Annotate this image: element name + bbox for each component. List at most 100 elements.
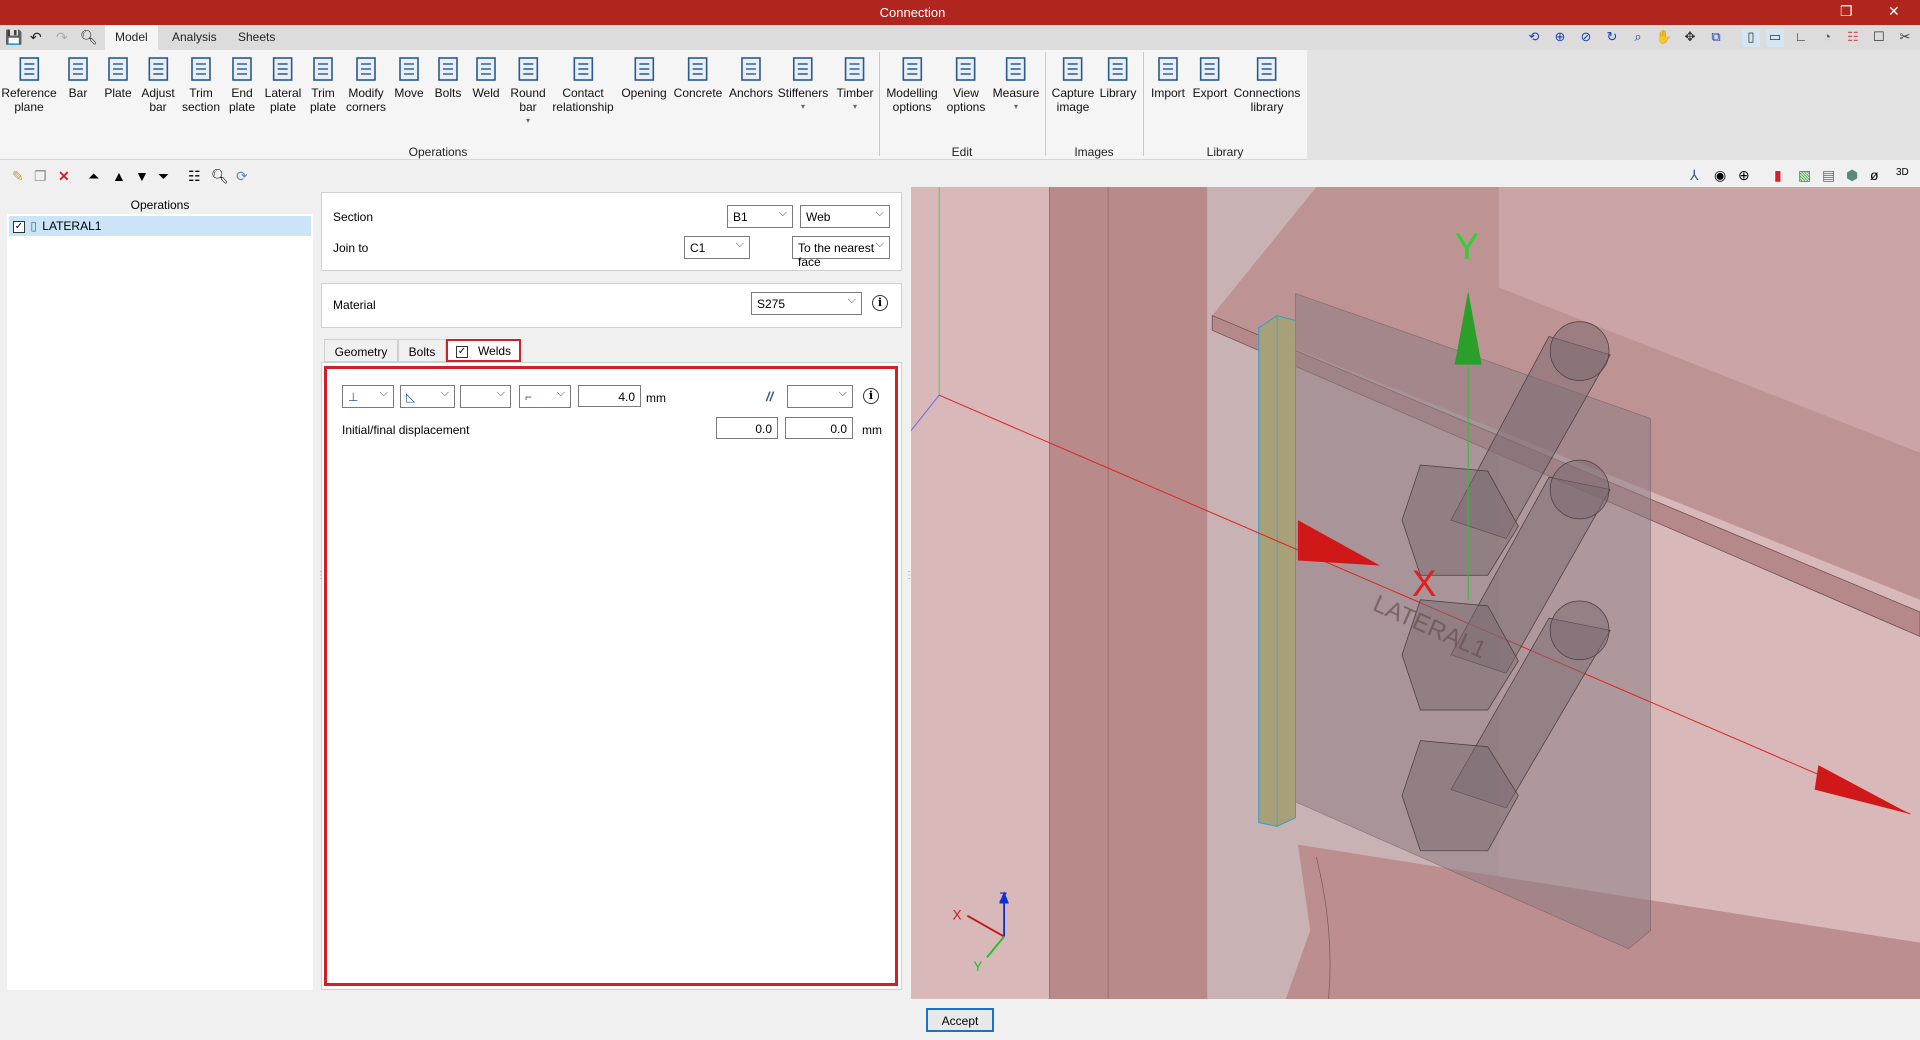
ribbon-button-stiffeners[interactable]: Stiffeners ▾ [778, 54, 828, 114]
initial-displacement-input[interactable]: 0.0 [716, 417, 778, 439]
tab-analysis[interactable]: Analysis [162, 25, 227, 50]
ribbon-button-timber[interactable]: Timber ▾ [837, 54, 873, 114]
tools-icon[interactable]: ✂ [1896, 29, 1914, 47]
operation-item-lateral1[interactable]: ✓ ▯ LATERAL1 [9, 216, 311, 236]
operation-checkbox[interactable]: ✓ [13, 220, 25, 233]
ribbon-button-round-bar[interactable]: Round bar ▾ [510, 54, 546, 128]
ribbon-button-modelling-options[interactable]: Modelling options [886, 54, 938, 114]
zoom-area-icon[interactable]: ⌕ [1629, 29, 1647, 47]
ribbon-button-anchors[interactable]: Anchors [729, 54, 773, 100]
opening-icon [634, 57, 654, 81]
orbit-icon[interactable]: ✥ [1681, 29, 1699, 47]
layers-icon[interactable]: ☷ [1844, 29, 1862, 47]
frame-icon[interactable]: ▯ [1742, 29, 1760, 47]
ribbon-button-label: Trim section [181, 86, 221, 114]
regenerate-icon[interactable]: ↻ [1603, 29, 1621, 47]
ribbon-button-plate[interactable]: Plate [103, 54, 133, 100]
ribbon-button-reference-plane[interactable]: Reference plane [1, 54, 57, 114]
iso-view-icon[interactable]: ⬢ [1846, 167, 1858, 184]
side-view-icon[interactable]: ▧ [1798, 167, 1811, 184]
move-down-icon[interactable]: ▼ [135, 168, 149, 184]
find-icon[interactable]: 🔍︎ [211, 168, 229, 185]
tab-sheets[interactable]: Sheets [228, 25, 285, 50]
material-info-icon[interactable]: i [872, 295, 888, 311]
ribbon-button-trim-section[interactable]: Trim section [182, 54, 220, 114]
section-part-select[interactable]: Web [800, 205, 890, 228]
weld-info-icon[interactable]: i [863, 388, 879, 404]
ribbon-button-capture-image[interactable]: Capture image [1052, 54, 1094, 114]
ribbon-button-measure[interactable]: Measure ▾ [993, 54, 1039, 114]
redo-icon[interactable]: ↷ [56, 29, 68, 46]
ribbon-button-bolts[interactable]: Bolts [433, 54, 463, 100]
ribbon-button-opening[interactable]: Opening [621, 54, 667, 100]
angle-icon[interactable]: ∟ [1792, 29, 1810, 47]
accept-button[interactable]: Accept [926, 1008, 994, 1032]
ribbon-button-import[interactable]: Import [1151, 54, 1185, 100]
zoom-all-icon[interactable]: ⊕ [1551, 29, 1569, 47]
move-bottom-icon[interactable]: ⏷ [158, 168, 169, 185]
zoom-window-icon[interactable]: ⟲ [1525, 29, 1543, 47]
hide-icon[interactable]: ø [1870, 167, 1879, 183]
move-top-icon[interactable]: ⏶ [88, 168, 99, 185]
welds-checkbox[interactable]: ✓ [455, 345, 468, 358]
comment-icon[interactable]: ☐ [1870, 29, 1888, 47]
weld-location-select[interactable]: ⌐ [519, 385, 571, 408]
ribbon-button-bar[interactable]: Bar [63, 54, 93, 100]
weld-finish-select[interactable] [460, 385, 511, 408]
ribbon-button-contact-relationship[interactable]: Contact relationship [552, 54, 614, 114]
scale-icon[interactable]: ▭ [1766, 29, 1784, 47]
close-icon[interactable]: ✕ [1888, 3, 1900, 20]
ribbon-button-view-options[interactable]: View options [947, 54, 985, 114]
tab-bolts[interactable]: Bolts [398, 339, 446, 362]
splitter-handle[interactable]: ⋮ [316, 570, 326, 581]
edit-pencil-icon[interactable]: ✎ [12, 168, 24, 185]
pan-hand-icon[interactable]: ✋ [1655, 29, 1673, 47]
section-select[interactable]: B1 [727, 205, 793, 228]
ribbon-button-move[interactable]: Move [394, 54, 424, 100]
view-eye-icon[interactable]: ◉ [1714, 167, 1726, 184]
ribbon-button-concrete[interactable]: Concrete [673, 54, 723, 100]
ribbon-button-adjust-bar[interactable]: Adjust bar [141, 54, 175, 114]
ribbon-button-label: Connections library [1233, 86, 1301, 114]
ribbon-button-weld[interactable]: Weld [471, 54, 501, 100]
ribbon-button-trim-plate[interactable]: Trim plate [308, 54, 338, 114]
refresh-list-icon[interactable]: ⟳ [236, 168, 248, 185]
join-to-select[interactable]: C1 [684, 236, 750, 259]
intermittent-select[interactable] [787, 385, 853, 408]
ribbon-button-modify-corners[interactable]: Modify corners [346, 54, 386, 114]
delete-icon[interactable]: ✕ [58, 168, 70, 185]
ribbon-button-connections-library[interactable]: Connections library [1233, 54, 1301, 114]
3d-icon[interactable]: 3D [1896, 167, 1909, 178]
tree-icon[interactable]: ☷ [188, 168, 201, 185]
weld-thickness-input[interactable]: 4.0 [578, 385, 641, 407]
ribbon-button-export[interactable]: Export [1193, 54, 1227, 100]
weld-type-select[interactable]: ⊥ [342, 385, 394, 408]
3d-viewport[interactable]: Y X LATERAL1 Z X Y [911, 187, 1920, 999]
view-switch-icon[interactable]: ⧉ [1707, 29, 1725, 47]
rotate-icon[interactable]: ⊕ [1738, 167, 1750, 184]
copy-icon[interactable]: ❐ [34, 168, 47, 185]
top-view-icon[interactable]: ▤ [1822, 167, 1835, 184]
clock-icon[interactable]: ◔ [1818, 29, 1836, 47]
restore-icon[interactable]: ❐ [1840, 3, 1853, 20]
join-mode-select[interactable]: To the nearest face [792, 236, 890, 269]
front-view-icon[interactable]: ▮ [1774, 167, 1782, 184]
ribbon-button-label: Concrete [673, 86, 723, 100]
weld-profile-select[interactable]: ◺ [400, 385, 455, 408]
move-up-icon[interactable]: ▲ [112, 168, 126, 184]
save-icon[interactable]: 💾 [5, 29, 22, 46]
tab-geometry[interactable]: Geometry [324, 339, 398, 362]
material-select[interactable]: S275 [751, 292, 862, 315]
ribbon-button-library[interactable]: Library [1100, 54, 1136, 100]
final-displacement-input[interactable]: 0.0 [785, 417, 853, 439]
zoom-x2-icon[interactable]: ⊘ [1577, 29, 1595, 47]
group-label-edit: Edit [951, 145, 973, 159]
ribbon-button-end-plate[interactable]: End plate [227, 54, 257, 114]
undo-icon[interactable]: ↶ [30, 29, 42, 46]
material-label: Material [333, 298, 376, 312]
axes-icon[interactable]: ⅄ [1690, 167, 1699, 184]
tab-welds[interactable]: ✓ Welds [446, 339, 521, 362]
search-icon[interactable]: 🔍︎ [80, 29, 98, 46]
ribbon-button-lateral-plate[interactable]: Lateral plate [265, 54, 301, 114]
tab-model[interactable]: Model [105, 25, 158, 50]
